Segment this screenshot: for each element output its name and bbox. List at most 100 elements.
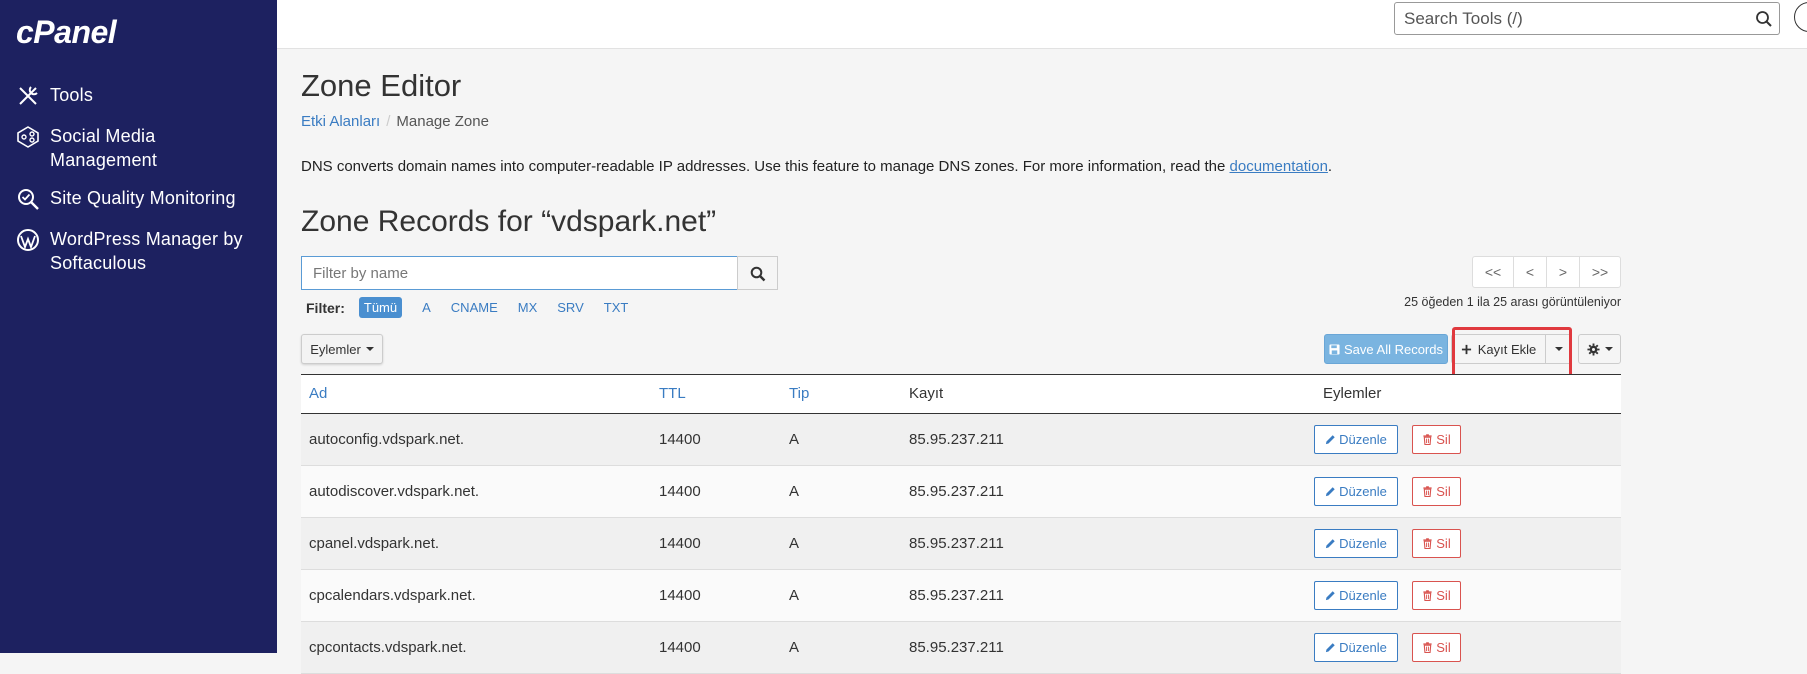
edit-record-button[interactable]: Düzenle [1314,633,1398,662]
record-name: autodiscover.vdspark.net. [309,483,480,500]
page-title: Zone Editor [301,68,462,103]
filter-by-name-input[interactable] [313,265,713,282]
delete-record-button[interactable]: Sil [1412,425,1461,454]
record-value: 85.95.237.211 [909,431,1004,448]
delete-record-button[interactable]: Sil [1412,633,1461,662]
settings-dropdown-button[interactable] [1578,334,1621,364]
edit-label: Düzenle [1339,484,1387,499]
breadcrumb-link-domains[interactable]: Etki Alanları [301,113,380,130]
table-row: cpcalendars.vdspark.net. 14400 A 85.95.2… [301,570,1621,622]
cpanel-logo[interactable]: cPanel [16,14,117,51]
breadcrumb-current: Manage Zone [396,113,489,130]
table-row: cpanel.vdspark.net. 14400 A 85.95.237.21… [301,518,1621,570]
record-name: cpcalendars.vdspark.net. [309,587,476,604]
record-name: autoconfig.vdspark.net. [309,431,465,448]
pager-next-button[interactable]: > [1546,256,1580,288]
search-icon[interactable] [1755,10,1773,28]
save-icon [1329,343,1340,355]
table-row: autodiscover.vdspark.net. 14400 A 85.95.… [301,466,1621,518]
edit-label: Düzenle [1339,432,1387,447]
save-all-records-button[interactable]: Save All Records [1324,334,1448,364]
filter-option-a[interactable]: A [422,300,431,315]
filter-label: Filter: [306,299,345,316]
trash-icon [1423,642,1432,653]
pager-last-button[interactable]: >> [1579,256,1621,288]
type-filter-row: Filter: Tümü A CNAME MX SRV TXT [306,297,648,318]
description-suffix: . [1327,158,1333,175]
record-name: cpanel.vdspark.net. [309,535,440,552]
search-tools-input[interactable] [1404,9,1734,29]
table-body: autoconfig.vdspark.net. 14400 A 85.95.23… [301,414,1621,674]
column-header-ttl[interactable]: TTL [659,385,686,402]
zone-records-table: Ad TTL Tip Kayıt Eylemler autoconfig.vds… [301,374,1621,674]
sidebar-item-label: Social Media Management [50,126,158,170]
documentation-link[interactable]: documentation [1230,158,1328,175]
filter-option-cname[interactable]: CNAME [451,300,498,315]
pencil-icon [1326,643,1335,653]
page-description: DNS converts domain names into computer-… [301,158,1332,175]
edit-record-button[interactable]: Düzenle [1314,529,1398,558]
record-value: 85.95.237.211 [909,587,1004,604]
caret-down-icon [1604,347,1613,351]
delete-label: Sil [1436,536,1451,551]
sidebar-item-wordpress[interactable]: WordPress Manager by Softaculous [16,227,250,275]
column-header-record: Kayıt [909,385,944,402]
sidebar: cPanel Tools Social Media Management Sit… [0,0,277,653]
site-quality-icon [18,189,39,210]
filter-search-button[interactable] [737,256,778,290]
column-header-type[interactable]: Tip [789,385,809,402]
filter-option-srv[interactable]: SRV [557,300,584,315]
social-media-icon [17,126,39,148]
filter-option-mx[interactable]: MX [518,300,538,315]
sidebar-item-label: Tools [50,85,94,105]
sidebar-item-site-quality[interactable]: Site Quality Monitoring [16,186,236,211]
sidebar-item-label: Site Quality Monitoring [50,188,236,208]
record-ttl: 14400 [659,639,701,656]
sidebar-item-social-media[interactable]: Social Media Management [16,124,220,172]
trash-icon [1423,486,1432,497]
filter-box [301,256,738,290]
filter-option-txt[interactable]: TXT [604,300,629,315]
pager-first-button[interactable]: << [1472,256,1514,288]
edit-record-button[interactable]: Düzenle [1314,477,1398,506]
column-header-name[interactable]: Ad [309,385,327,402]
sidebar-item-tools[interactable]: Tools [16,83,93,108]
trash-icon [1423,538,1432,549]
pager-info: 25 öğeden 1 ila 25 arası görüntüleniyor [1404,295,1621,309]
pager-prev-button[interactable]: < [1513,256,1547,288]
actions-dropdown-button[interactable]: Eylemler [301,334,383,364]
search-icon [750,266,766,282]
actions-label: Eylemler [310,341,361,357]
gear-icon [1586,342,1600,356]
delete-label: Sil [1436,484,1451,499]
sidebar-item-label: WordPress Manager by Softaculous [50,229,243,273]
record-type: A [789,431,800,448]
filter-option-all[interactable]: Tümü [358,297,403,318]
delete-record-button[interactable]: Sil [1412,581,1461,610]
add-record-button[interactable]: Kayıt Ekle [1451,334,1546,364]
delete-label: Sil [1436,588,1451,603]
pencil-icon [1326,539,1335,549]
delete-record-button[interactable]: Sil [1412,477,1461,506]
trash-icon [1423,434,1432,445]
edit-record-button[interactable]: Düzenle [1314,581,1398,610]
pencil-icon [1326,487,1335,497]
edit-label: Düzenle [1339,536,1387,551]
delete-record-button[interactable]: Sil [1412,529,1461,558]
record-type: A [789,483,800,500]
add-record-label: Kayıt Ekle [1477,341,1537,357]
pencil-icon [1326,435,1335,445]
record-name: cpcontacts.vdspark.net. [309,639,467,656]
caret-down-icon [1554,347,1563,351]
edit-record-button[interactable]: Düzenle [1314,425,1398,454]
tools-icon [19,86,38,105]
plus-icon [1461,344,1471,354]
record-type: A [789,639,800,656]
record-value: 85.95.237.211 [909,483,1004,500]
record-type: A [789,587,800,604]
record-ttl: 14400 [659,587,701,604]
record-type: A [789,535,800,552]
wordpress-icon [17,229,39,251]
record-ttl: 14400 [659,431,701,448]
add-record-dropdown-toggle[interactable] [1545,334,1572,364]
